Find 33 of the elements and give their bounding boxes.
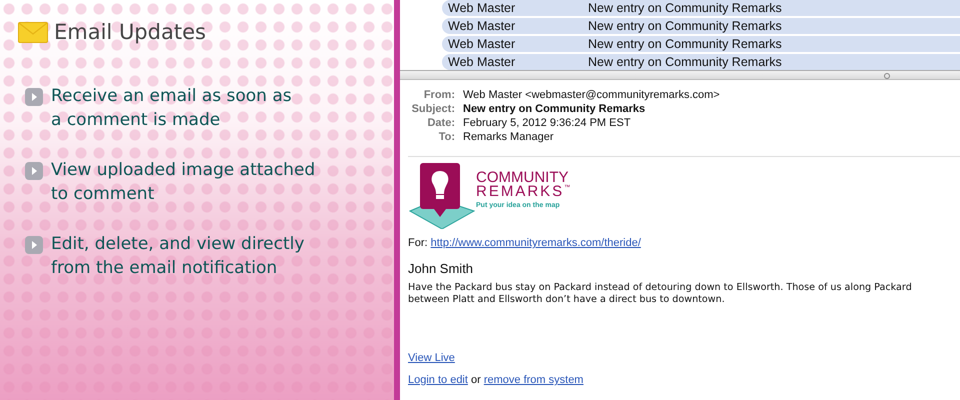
header-value: February 5, 2012 9:36:24 PM EST <box>463 116 631 130</box>
splitter-handle-icon[interactable] <box>884 73 890 79</box>
remove-link[interactable]: remove from system <box>484 374 584 386</box>
header-label: Subject: <box>410 102 455 116</box>
logo-wordmark: REMARKS <box>476 185 564 199</box>
message-row[interactable]: Web Master New entry on Community Remarks <box>442 54 960 70</box>
header-value: New entry on Community Remarks <box>463 102 646 116</box>
separator-text: or <box>471 374 481 386</box>
pane-splitter[interactable] <box>400 70 960 80</box>
section-heading: Email Updates <box>54 20 206 44</box>
for-label: For: <box>408 237 428 249</box>
header-label: To: <box>438 130 455 144</box>
logo-wordmark: COMMUNITY <box>476 171 568 185</box>
header-value: Remarks Manager <box>463 130 554 144</box>
header-value: Web Master <webmaster@communityremarks.com> <box>463 88 720 102</box>
message-row[interactable]: Web Master New entry on Community Remarks <box>442 18 960 34</box>
site-link[interactable]: http://www.communityremarks.com/theride/ <box>430 237 641 249</box>
header-label: From: <box>422 88 455 102</box>
comment-text: Have the Packard bus stay on Packard instead of detouring down to Ellsworth. Those of us along Packard between Platt and Ellsworth don’t have a direct bus to downtown. <box>408 282 913 306</box>
message-row[interactable]: Web Master New entry on Community Remarks <box>442 36 960 52</box>
message-row[interactable]: Web Master New entry on Community Remarks <box>442 0 960 16</box>
feature-text: Edit, delete, and view directly from the email notification <box>51 233 304 280</box>
feature-text: Receive an email as soon as a comment is made <box>51 85 292 132</box>
login-link[interactable]: Login to edit <box>408 374 468 386</box>
lightbulb-pin-logo-icon <box>408 163 476 229</box>
play-bullet-icon <box>25 88 43 106</box>
envelope-icon <box>18 22 48 42</box>
feature-text: View uploaded image attached to comment <box>51 159 316 206</box>
play-bullet-icon <box>25 236 43 254</box>
play-bullet-icon <box>25 162 43 180</box>
author-name: John Smith <box>408 261 474 276</box>
view-live-link[interactable]: View Live <box>408 352 455 364</box>
header-label: Date: <box>426 116 455 130</box>
